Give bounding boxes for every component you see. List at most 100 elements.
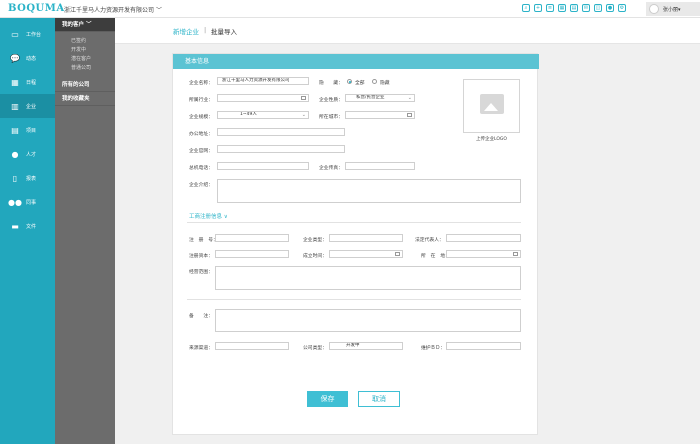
message-icon[interactable]: ✉ <box>582 4 590 12</box>
remark-textarea[interactable] <box>215 309 521 332</box>
hidden-label: 隐 藏： <box>319 81 343 86</box>
subnav-my-clients[interactable]: 我的客户 ﹀ <box>55 18 115 32</box>
sidebar-item-label: 文件 <box>26 223 37 230</box>
sidebar-item-label: 动态 <box>26 55 37 62</box>
company-type-input[interactable]: 开发中 <box>329 342 403 350</box>
reg-no-input[interactable] <box>215 234 289 242</box>
legal-rep-input[interactable] <box>446 234 521 242</box>
source-input[interactable] <box>215 342 289 350</box>
sidebar-item-label: 人才 <box>26 151 37 158</box>
calendar-icon <box>395 252 400 256</box>
building-icon: ▥ <box>11 101 19 111</box>
logo-upload-box[interactable] <box>463 79 520 133</box>
sidebar-item-talent[interactable]: ● 人才 <box>0 142 55 166</box>
company-form-panel: 基本信息 企业名称： 浙江千里马人力资源开发有限公司 隐 藏： 全部 隐藏 所属… <box>172 53 539 435</box>
website-input[interactable] <box>217 145 345 153</box>
sidebar-item-project[interactable]: ▤ 项目 <box>0 118 55 142</box>
city-select[interactable] <box>345 111 415 119</box>
person-icon: ● <box>11 149 19 159</box>
hidden-all-radio[interactable] <box>347 79 352 84</box>
user-menu[interactable]: 张小丽▾ <box>646 2 700 16</box>
source-label: 来源渠道： <box>189 346 213 351</box>
subnav-item-normal[interactable]: 普通公司 <box>55 64 115 73</box>
cancel-button[interactable]: 取消 <box>358 391 400 407</box>
settings-icon[interactable]: ⚙ <box>618 4 626 12</box>
calendar-icon <box>407 113 412 117</box>
industry-select[interactable] <box>217 94 309 102</box>
founded-input[interactable] <box>329 250 403 258</box>
maintainer-input[interactable] <box>446 342 521 350</box>
logo-upload-caption: 上传企业LOGO <box>476 137 507 142</box>
sidebar-item-files[interactable]: ▬ 文件 <box>0 214 55 238</box>
image-icon <box>480 94 504 114</box>
add-icon[interactable]: + <box>534 4 542 12</box>
scope-label: 经营范围： <box>189 270 213 275</box>
remark-label: 备 注： <box>189 314 213 319</box>
type-input[interactable] <box>329 234 403 242</box>
phone-input[interactable] <box>217 162 309 170</box>
subnav-item-potential[interactable]: 潜在客户 <box>55 55 115 64</box>
brand-logo[interactable]: BOQUMA <box>8 3 65 14</box>
subnav-favorites[interactable]: 我的收藏夹 <box>55 92 115 106</box>
nature-select[interactable]: 私营/民营企业 ⌄ <box>345 94 415 102</box>
breadcrumb-new-company[interactable]: 新增企业 <box>173 26 199 36</box>
reg-no-label: 注 册 号： <box>189 238 218 243</box>
phone-label: 总机电话： <box>189 166 213 171</box>
sidebar-item-colleagues[interactable]: ●● 同事 <box>0 190 55 214</box>
reg-section-title[interactable]: 工商注册信息 ∨ <box>189 212 228 220</box>
toolbar-icons: ⌕ + ≡ ▦ ▤ ✉ ◫ ● ⚙ <box>522 4 626 12</box>
founded-label: 成立时间： <box>303 254 327 259</box>
doc-icon[interactable]: ≡ <box>546 4 554 12</box>
address-input[interactable] <box>217 128 345 136</box>
username: 张小丽▾ <box>663 7 681 13</box>
company-name-input[interactable]: 浙江千里马人力资源开发有限公司 <box>217 77 309 85</box>
sidebar-item-schedule[interactable]: ▦ 日程 <box>0 70 55 94</box>
breadcrumb: 新增企业 | 批量导入 <box>115 18 700 44</box>
sidebar-item-workbench[interactable]: ▭ 工作台 <box>0 22 55 46</box>
subnav-item-signed[interactable]: 已签约 <box>55 37 115 46</box>
sidebar-item-feed[interactable]: 💬 动态 <box>0 46 55 70</box>
calendar-icon[interactable]: ▦ <box>558 4 566 12</box>
sub-navigation: 我的客户 ﹀ 已签约 开发中 潜在客户 普通公司 所有的公司 我的收藏夹 <box>55 18 115 444</box>
chevron-down-icon: ⌄ <box>301 112 306 118</box>
chart-icon[interactable]: ▤ <box>570 4 578 12</box>
sidebar: ▭ 工作台 💬 动态 ▦ 日程 ▥ 企业 ▤ 项目 ● 人才 ▯ 报表 ●● 同… <box>0 18 55 444</box>
breadcrumb-batch-import[interactable]: 批量导入 <box>211 26 237 36</box>
subnav-all-companies[interactable]: 所有的公司 <box>55 78 115 92</box>
nature-label: 企业性质： <box>319 98 343 103</box>
location-input[interactable] <box>446 250 521 258</box>
breadcrumb-separator: | <box>204 26 207 34</box>
capital-input[interactable] <box>215 250 289 258</box>
scope-textarea[interactable] <box>215 266 521 290</box>
chevron-down-icon: ﹀ <box>85 22 92 28</box>
fax-input[interactable] <box>345 162 415 170</box>
mail-icon[interactable]: ◫ <box>594 4 602 12</box>
sidebar-item-report[interactable]: ▯ 报表 <box>0 166 55 190</box>
sidebar-item-label: 报表 <box>26 175 37 182</box>
hidden-none-radio[interactable] <box>372 79 377 84</box>
intro-textarea[interactable] <box>217 179 521 203</box>
chevron-down-icon: ⌄ <box>407 95 412 101</box>
save-button[interactable]: 保存 <box>307 391 348 407</box>
company-switcher[interactable]: 浙江千里马人力资源开发有限公司 ﹀ <box>64 5 162 14</box>
location-icon[interactable]: ● <box>606 4 614 12</box>
subnav-item-developing[interactable]: 开发中 <box>55 46 115 55</box>
capital-label: 注册资本： <box>189 254 213 259</box>
city-label: 所在城市： <box>319 115 343 120</box>
sidebar-item-label: 项目 <box>26 127 37 134</box>
calendar-icon <box>513 252 518 256</box>
avatar <box>649 4 659 14</box>
address-label: 办公地址： <box>189 132 213 137</box>
monitor-icon: ▭ <box>11 29 19 39</box>
section-divider <box>187 299 521 300</box>
colleagues-icon: ●● <box>8 197 22 207</box>
company-name: 浙江千里马人力资源开发有限公司 <box>64 7 155 14</box>
main-area: 新增企业 | 批量导入 基本信息 企业名称： 浙江千里马人力资源开发有限公司 隐… <box>115 18 700 444</box>
project-icon: ▤ <box>11 125 19 135</box>
sidebar-item-company[interactable]: ▥ 企业 <box>0 94 55 118</box>
scale-select[interactable]: 1~49人 ⌄ <box>217 111 309 119</box>
chevron-down-icon: ﹀ <box>155 7 162 14</box>
fax-label: 企业传真： <box>319 166 343 171</box>
company-name-label: 企业名称： <box>189 81 213 86</box>
search-icon[interactable]: ⌕ <box>522 4 530 12</box>
